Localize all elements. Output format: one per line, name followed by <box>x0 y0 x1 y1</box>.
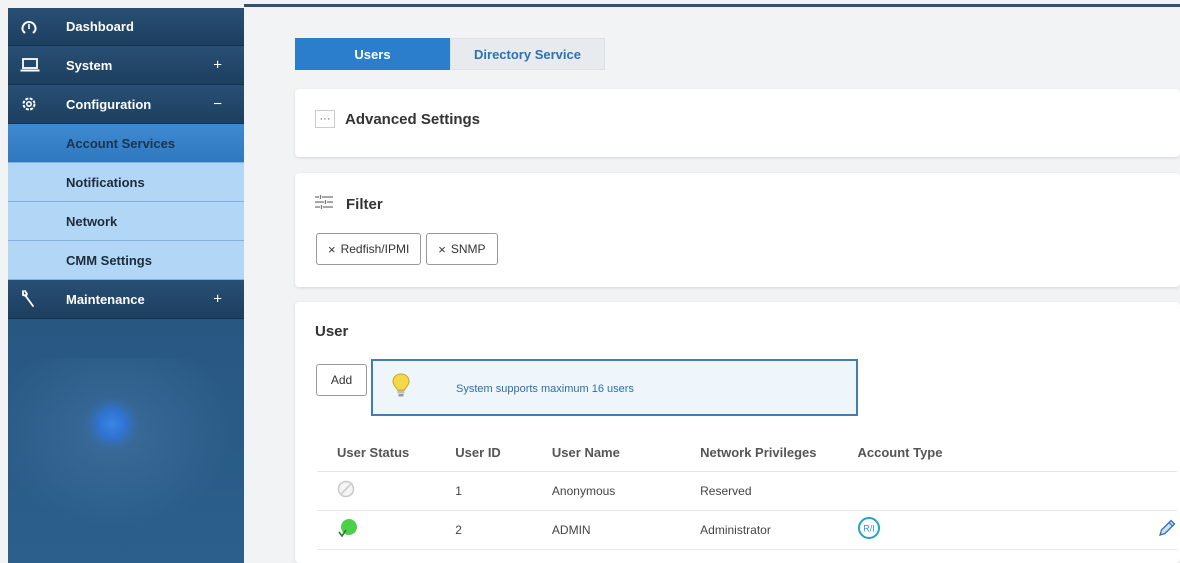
actions-cell <box>982 471 1177 511</box>
expand-icon[interactable]: + <box>213 291 222 308</box>
tab-users[interactable]: Users <box>295 38 450 70</box>
user-status-cell <box>317 510 436 550</box>
table-row[interactable]: 1 Anonymous Reserved <box>317 471 1177 511</box>
column-header-user-status[interactable]: User Status <box>317 435 436 472</box>
sidebar-item-dashboard[interactable]: Dashboard <box>8 8 244 46</box>
sidebar-subitem-account-services[interactable]: Account Services <box>8 124 244 163</box>
filter-chip-list: × Redfish/IPMI × SNMP <box>316 233 498 265</box>
users-table: User Status User ID User Name Network Pr… <box>317 435 1177 550</box>
filter-sliders-icon <box>315 195 333 214</box>
disabled-status-icon <box>337 480 355 501</box>
user-id-cell: 1 <box>435 471 532 511</box>
add-user-button[interactable]: Add <box>316 364 367 396</box>
chip-label: SNMP <box>450 242 486 256</box>
network-privileges-cell: Administrator <box>680 510 838 550</box>
status-glow-orb <box>86 398 138 450</box>
laptop-icon <box>20 55 44 75</box>
user-name-cell: ADMIN <box>531 510 681 550</box>
collapse-icon[interactable]: − <box>213 96 222 113</box>
user-name-cell: Anonymous <box>531 471 681 511</box>
filter-chip-snmp[interactable]: × SNMP <box>426 233 498 265</box>
tab-directory-service[interactable]: Directory Service <box>450 38 605 70</box>
user-status-cell <box>317 471 436 511</box>
lightbulb-icon <box>392 373 410 404</box>
sidebar-item-label: Maintenance <box>66 291 145 307</box>
sidebar-item-label: System <box>66 57 113 73</box>
gear-icon <box>20 94 44 114</box>
column-header-network-privileges[interactable]: Network Privileges <box>680 435 838 472</box>
sidebar: Dashboard System + Configuration − Accou… <box>8 8 244 563</box>
edit-pencil-icon[interactable] <box>1157 519 1177 541</box>
actions-cell <box>982 510 1177 550</box>
user-card: User Add System supports maximum 16 user… <box>295 302 1180 563</box>
svg-text:R/I: R/I <box>864 524 876 534</box>
filter-card: Filter × Redfish/IPMI × SNMP <box>295 173 1180 287</box>
account-type-cell: R/I <box>837 510 982 550</box>
advanced-settings-card: ··· Advanced Settings <box>295 89 1180 157</box>
user-id-cell: 2 <box>435 510 532 550</box>
column-header-actions <box>982 435 1177 472</box>
table-header-row: User Status User ID User Name Network Pr… <box>317 435 1177 472</box>
expand-icon[interactable]: + <box>213 57 222 74</box>
network-privileges-cell: Reserved <box>680 471 838 511</box>
sidebar-item-system[interactable]: System + <box>8 46 244 85</box>
table-row[interactable]: 2 ADMIN Administrator R/I <box>317 510 1177 550</box>
advanced-settings-title: Advanced Settings <box>345 110 481 128</box>
chip-label: Redfish/IPMI <box>340 242 410 256</box>
info-notice: System supports maximum 16 users <box>371 359 858 416</box>
column-header-account-type[interactable]: Account Type <box>837 435 982 472</box>
dashboard-gauge-icon <box>20 17 44 37</box>
column-header-user-name[interactable]: User Name <box>531 435 681 472</box>
advanced-settings-header[interactable]: ··· Advanced Settings <box>315 110 480 128</box>
account-type-cell <box>837 471 982 511</box>
more-icon[interactable]: ··· <box>315 110 335 128</box>
sidebar-subitem-notifications[interactable]: Notifications <box>8 163 244 202</box>
close-icon[interactable]: × <box>438 242 446 257</box>
close-icon[interactable]: × <box>328 242 336 257</box>
column-header-user-id[interactable]: User ID <box>435 435 532 472</box>
enabled-status-icon <box>337 519 359 542</box>
sidebar-subitem-network[interactable]: Network <box>8 202 244 241</box>
notice-message: System supports maximum 16 users <box>456 383 634 395</box>
sidebar-subitem-cmm-settings[interactable]: CMM Settings <box>8 241 244 280</box>
tab-bar: Users Directory Service <box>295 38 605 70</box>
wrench-icon <box>20 289 44 309</box>
top-border <box>244 4 1180 7</box>
account-type-badge-icon: R/I <box>857 517 881 543</box>
user-section-title: User <box>315 323 349 340</box>
sidebar-item-maintenance[interactable]: Maintenance + <box>8 280 244 319</box>
filter-header: Filter <box>315 195 383 214</box>
background-haze <box>8 358 244 538</box>
sidebar-item-label: Configuration <box>66 96 152 112</box>
sidebar-item-label: Dashboard <box>66 19 134 34</box>
filter-title: Filter <box>346 196 383 213</box>
filter-chip-redfish-ipmi[interactable]: × Redfish/IPMI <box>316 233 422 265</box>
sidebar-item-configuration[interactable]: Configuration − <box>8 85 244 124</box>
